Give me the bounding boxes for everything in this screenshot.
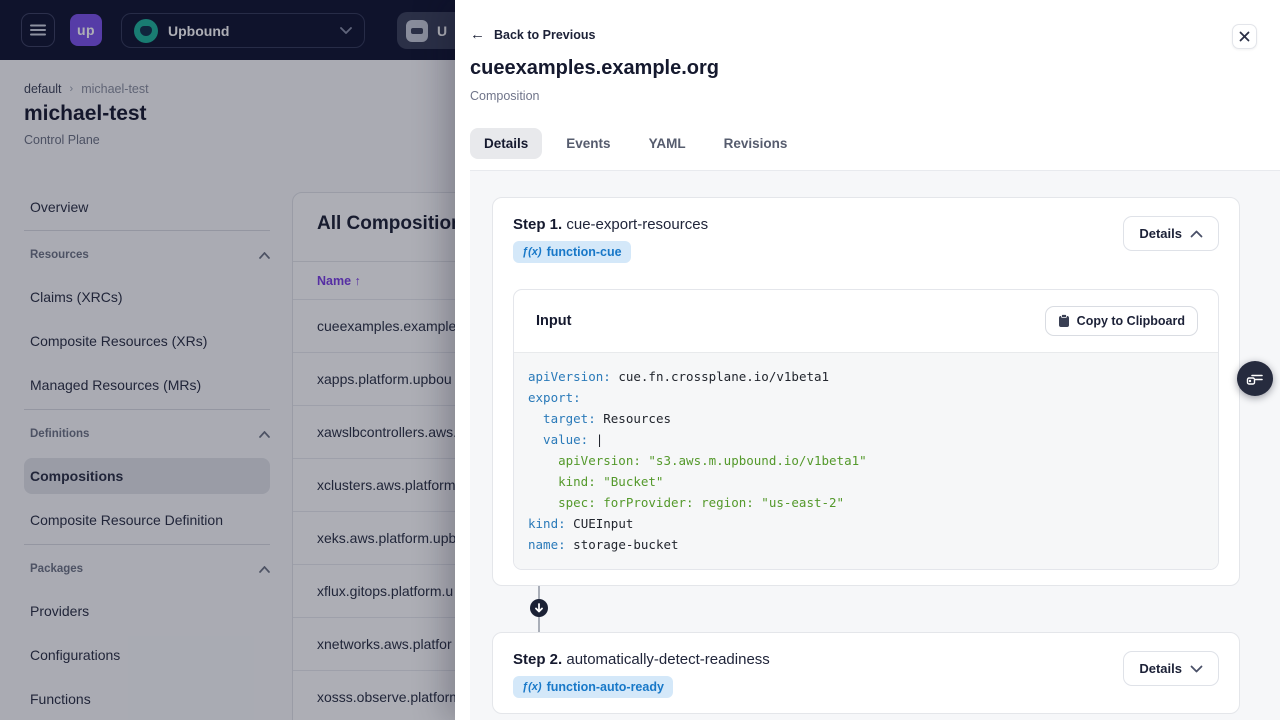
function-badge-label: function-cue	[546, 245, 622, 259]
code-line: target: Resources	[528, 411, 671, 426]
code-line: kind: CUEInput	[528, 516, 634, 531]
composition-detail-drawer: ← Back to Previous cueexamples.example.o…	[455, 0, 1280, 720]
step-label: Step 1.	[513, 216, 563, 233]
code-line: export:	[528, 390, 581, 405]
step-header: Step 2. automatically-detect-readiness ƒ…	[493, 633, 1239, 698]
back-button-label: Back to Previous	[494, 27, 596, 42]
screen: up Upbound U default › michael-test mich…	[0, 0, 1280, 720]
input-section-title: Input	[536, 313, 572, 329]
step-name: cue-export-resources	[566, 216, 709, 233]
back-button[interactable]: ← Back to Previous	[470, 27, 595, 42]
input-section-card: Input Copy to Clipboard apiVersion: cue.…	[513, 289, 1219, 570]
function-badge: ƒ(x) function-cue	[513, 241, 631, 263]
code-line: spec: forProvider: region: "us-east-2"	[528, 495, 845, 510]
close-icon	[1239, 31, 1250, 42]
function-badge-label: function-auto-ready	[546, 680, 664, 694]
drawer-content: Step 1. cue-export-resources ƒ(x) functi…	[470, 170, 1280, 720]
chevron-down-icon	[1190, 665, 1203, 672]
step-header: Step 1. cue-export-resources ƒ(x) functi…	[493, 198, 1239, 263]
code-line: apiVersion: "s3.aws.m.upbound.io/v1beta1…	[528, 453, 867, 468]
input-section-header: Input Copy to Clipboard	[514, 290, 1218, 352]
step-name: automatically-detect-readiness	[566, 651, 770, 668]
pipeline-step-card-1: Step 1. cue-export-resources ƒ(x) functi…	[492, 197, 1240, 586]
close-button[interactable]	[1232, 24, 1257, 49]
code-line: kind: "Bucket"	[528, 474, 664, 489]
code-line: apiVersion: cue.fn.crossplane.io/v1beta1	[528, 369, 830, 384]
copy-button-label: Copy to Clipboard	[1076, 314, 1185, 328]
tab-details[interactable]: Details	[470, 128, 543, 159]
drawer-title: cueexamples.example.org	[470, 57, 720, 79]
step-heading: Step 2. automatically-detect-readiness ƒ…	[513, 651, 770, 698]
tab-revisions[interactable]: Revisions	[710, 128, 802, 159]
arrow-down-node-icon	[530, 599, 548, 617]
resource-details-toggle-button[interactable]	[1237, 361, 1273, 396]
step-label: Step 2.	[513, 651, 563, 668]
drawer-subtitle: Composition	[470, 89, 540, 103]
step1-details-button[interactable]: Details	[1123, 216, 1219, 251]
details-button-label: Details	[1139, 661, 1182, 676]
clipboard-icon	[1058, 314, 1069, 327]
chevron-up-icon	[1190, 230, 1203, 237]
code-line: name: storage-bucket	[528, 537, 679, 552]
yaml-code-block: apiVersion: cue.fn.crossplane.io/v1beta1…	[514, 352, 1218, 569]
step-heading: Step 1. cue-export-resources ƒ(x) functi…	[513, 216, 708, 263]
back-arrow-icon: ←	[470, 26, 485, 43]
drawer-tabs: Details Events YAML Revisions	[470, 128, 801, 159]
tab-events[interactable]: Events	[552, 128, 624, 159]
details-button-label: Details	[1139, 226, 1182, 241]
pipeline-connector	[530, 586, 548, 632]
function-icon: ƒ(x)	[522, 246, 542, 258]
code-line: value: |	[528, 432, 604, 447]
function-badge: ƒ(x) function-auto-ready	[513, 676, 673, 698]
step2-details-button[interactable]: Details	[1123, 651, 1219, 686]
details-list-icon	[1246, 374, 1263, 385]
function-icon: ƒ(x)	[522, 681, 542, 693]
pipeline-step-card-2: Step 2. automatically-detect-readiness ƒ…	[492, 632, 1240, 714]
tab-yaml[interactable]: YAML	[635, 128, 700, 159]
copy-to-clipboard-button[interactable]: Copy to Clipboard	[1044, 306, 1198, 336]
